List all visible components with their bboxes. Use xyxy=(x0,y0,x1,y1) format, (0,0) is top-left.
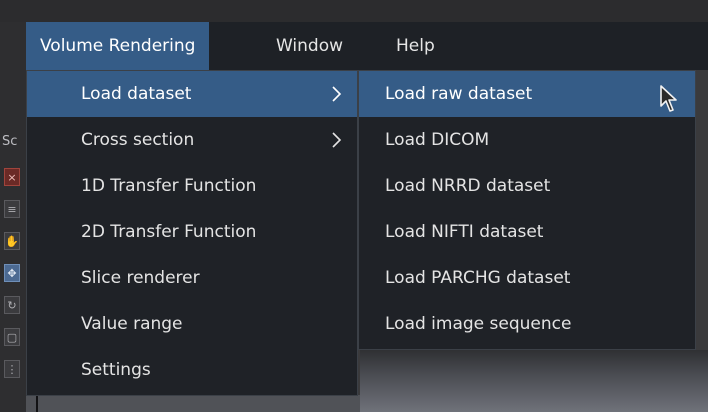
submenu-item-label: Load image sequence xyxy=(385,314,572,334)
scene-toolstrip: × ≡ ✋ ✥ ↻ ▢ ⋮ xyxy=(4,168,22,392)
submenu-item-label: Load NIFTI dataset xyxy=(385,222,544,242)
chevron-right-icon xyxy=(332,86,342,102)
submenu-item-label: Load raw dataset xyxy=(385,84,533,104)
menu-item-cross-section[interactable]: Cross section xyxy=(27,117,357,163)
close-tool-icon[interactable]: × xyxy=(4,168,20,186)
left-panel-label: Sc xyxy=(2,134,18,149)
submenu-item-load-nifti-dataset[interactable]: Load NIFTI dataset xyxy=(359,209,695,255)
menu-item-settings[interactable]: Settings xyxy=(27,347,357,393)
menubar-volume-rendering-label: Volume Rendering xyxy=(40,36,196,56)
submenu-item-load-dicom[interactable]: Load DICOM xyxy=(359,117,695,163)
menu-item-2d-transfer-function[interactable]: 2D Transfer Function xyxy=(27,209,357,255)
submenu-item-load-image-sequence[interactable]: Load image sequence xyxy=(359,301,695,347)
menu-item-label: Cross section xyxy=(81,130,195,150)
menu-item-label: Slice renderer xyxy=(81,268,200,288)
menu-item-load-dataset[interactable]: Load dataset xyxy=(27,71,357,117)
scene-viewport-bottom xyxy=(26,395,360,412)
rect-tool-icon[interactable]: ▢ xyxy=(4,328,20,346)
menu-item-slice-renderer[interactable]: Slice renderer xyxy=(27,255,357,301)
editor-title-area xyxy=(0,0,708,22)
volume-rendering-menu: Load dataset Cross section 1D Transfer F… xyxy=(26,70,358,396)
load-dataset-submenu: Load raw dataset Load DICOM Load NRRD da… xyxy=(358,70,696,350)
rotate-tool-icon[interactable]: ↻ xyxy=(4,296,20,314)
hand-tool-icon[interactable]: ✋ xyxy=(4,232,20,250)
mouse-cursor-icon xyxy=(660,85,677,112)
menu-item-label: Load dataset xyxy=(81,84,192,104)
menu-item-value-range[interactable]: Value range xyxy=(27,301,357,347)
menubar-help-label: Help xyxy=(396,36,435,56)
scene-viewport xyxy=(360,350,708,412)
move-tool-icon[interactable]: ✥ xyxy=(4,264,20,282)
menu-bar: Volume Rendering Window Help xyxy=(26,22,708,70)
menu-tool-icon[interactable]: ≡ xyxy=(4,200,20,218)
menu-item-label: 2D Transfer Function xyxy=(81,222,257,242)
submenu-item-load-parchg-dataset[interactable]: Load PARCHG dataset xyxy=(359,255,695,301)
menu-item-label: Settings xyxy=(81,360,151,380)
menubar-window-label: Window xyxy=(276,36,344,56)
menubar-volume-rendering[interactable]: Volume Rendering xyxy=(26,22,210,70)
menubar-window[interactable]: Window xyxy=(262,22,357,70)
menubar-help[interactable]: Help xyxy=(382,22,449,70)
submenu-item-load-raw-dataset[interactable]: Load raw dataset xyxy=(359,71,695,117)
more-tool-icon[interactable]: ⋮ xyxy=(4,360,20,378)
menu-item-label: 1D Transfer Function xyxy=(81,176,257,196)
submenu-item-label: Load NRRD dataset xyxy=(385,176,551,196)
submenu-item-load-nrrd-dataset[interactable]: Load NRRD dataset xyxy=(359,163,695,209)
submenu-item-label: Load PARCHG dataset xyxy=(385,268,571,288)
menu-item-label: Value range xyxy=(81,314,183,334)
menu-item-1d-transfer-function[interactable]: 1D Transfer Function xyxy=(27,163,357,209)
submenu-item-label: Load DICOM xyxy=(385,130,490,150)
chevron-right-icon xyxy=(332,132,342,148)
